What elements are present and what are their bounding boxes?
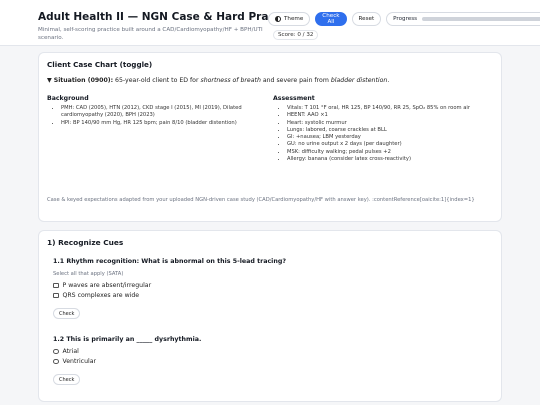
- situation-text: 65-year-old client to ED for: [113, 77, 201, 84]
- option-p-waves[interactable]: P waves are absent/irregular: [53, 282, 151, 289]
- option-label: P waves are absent/irregular: [62, 282, 152, 289]
- list-item: Vitals: T 101 °F oral, HR 125, BP 140/90…: [287, 105, 497, 112]
- option-qrs-wide[interactable]: QRS complexes are wide: [53, 292, 139, 299]
- recognize-cues-card: 1) Recognize Cues 1.1 Rhythm recognition…: [38, 230, 502, 402]
- case-chart-card: Client Case Chart (toggle) ▼ Situation (…: [38, 52, 502, 222]
- option-ventricular[interactable]: Ventricular: [53, 358, 96, 365]
- situation-summary[interactable]: ▼ Situation (0900): 65-year-old client t…: [47, 77, 389, 84]
- list-item: GU: no urine output x 2 days (per daught…: [287, 141, 497, 148]
- option-label: Atrial: [62, 348, 79, 355]
- reset-button[interactable]: Reset: [351, 12, 382, 26]
- background-heading: Background: [47, 95, 89, 102]
- page-header: Adult Health II — NGN Case & Hard Practi…: [0, 0, 540, 46]
- situation-emphasis-2: bladder distention: [330, 77, 388, 84]
- list-item: Allergy: banana (consider latex cross-re…: [287, 156, 497, 163]
- source-note: Case & keyed expectations adapted from y…: [47, 197, 475, 203]
- check-button-q1-1[interactable]: Check: [53, 308, 81, 319]
- theme-toggle-icon: [275, 16, 281, 22]
- checkbox[interactable]: [53, 282, 59, 289]
- list-item: PMH: CAD (2005), HTN (2012), CKD stage I…: [61, 105, 266, 120]
- theme-button[interactable]: Theme: [268, 12, 311, 26]
- section-title: 1) Recognize Cues: [47, 238, 124, 247]
- theme-button-label: Theme: [284, 16, 304, 22]
- disclosure-triangle-icon: ▼: [47, 77, 54, 84]
- situation-label: Situation (0900):: [53, 77, 114, 84]
- progress-indicator: Progress: [386, 12, 540, 26]
- assessment-heading: Assessment: [273, 95, 315, 102]
- check-all-button[interactable]: Check All: [315, 12, 347, 26]
- list-item: Lungs: labored, coarse crackles at BLL: [287, 127, 497, 134]
- situation-emphasis-1: shortness of breath: [200, 77, 261, 84]
- question-1-1-note: Select all that apply (SATA): [53, 271, 124, 277]
- check-button-q1-2[interactable]: Check: [53, 374, 81, 385]
- page-title: Adult Health II — NGN Case & Hard Practi…: [38, 11, 297, 23]
- toolbar: Theme Check All Reset Progress: [268, 11, 540, 27]
- list-item: HPI: BP 140/90 mm Hg, HR 125 bpm; pain 8…: [61, 120, 266, 127]
- progress-bar: [422, 17, 540, 21]
- radio-button[interactable]: [53, 358, 59, 365]
- case-chart-toggle[interactable]: Client Case Chart (toggle): [47, 60, 152, 69]
- option-label: Ventricular: [62, 358, 97, 365]
- option-label: QRS complexes are wide: [62, 292, 140, 299]
- radio-button[interactable]: [53, 348, 59, 355]
- question-1-2-title: 1.2 This is primarily an _____ dysrhythm…: [53, 336, 202, 343]
- score-badge: Score: 0 / 32: [273, 30, 319, 40]
- checkbox[interactable]: [53, 292, 59, 299]
- list-item: Heart: systolic murmur: [287, 120, 497, 127]
- list-item: GI: +nausea; LBM yesterday: [287, 134, 497, 141]
- assessment-list: Vitals: T 101 °F oral, HR 125, BP 140/90…: [287, 105, 497, 163]
- page-subtitle: Minimal, self-scoring practice built aro…: [38, 27, 263, 41]
- situation-text-end: .: [387, 77, 390, 84]
- list-item: HEENT: AAO ×1: [287, 112, 497, 119]
- question-1-1-title: 1.1 Rhythm recognition: What is abnormal…: [53, 258, 286, 265]
- situation-text-mid: and severe pain from: [260, 77, 331, 84]
- option-atrial[interactable]: Atrial: [53, 348, 79, 355]
- progress-label: Progress: [393, 16, 418, 22]
- background-list: PMH: CAD (2005), HTN (2012), CKD stage I…: [61, 105, 266, 127]
- list-item: MSK: difficulty walking; pedal pulses +2: [287, 149, 497, 156]
